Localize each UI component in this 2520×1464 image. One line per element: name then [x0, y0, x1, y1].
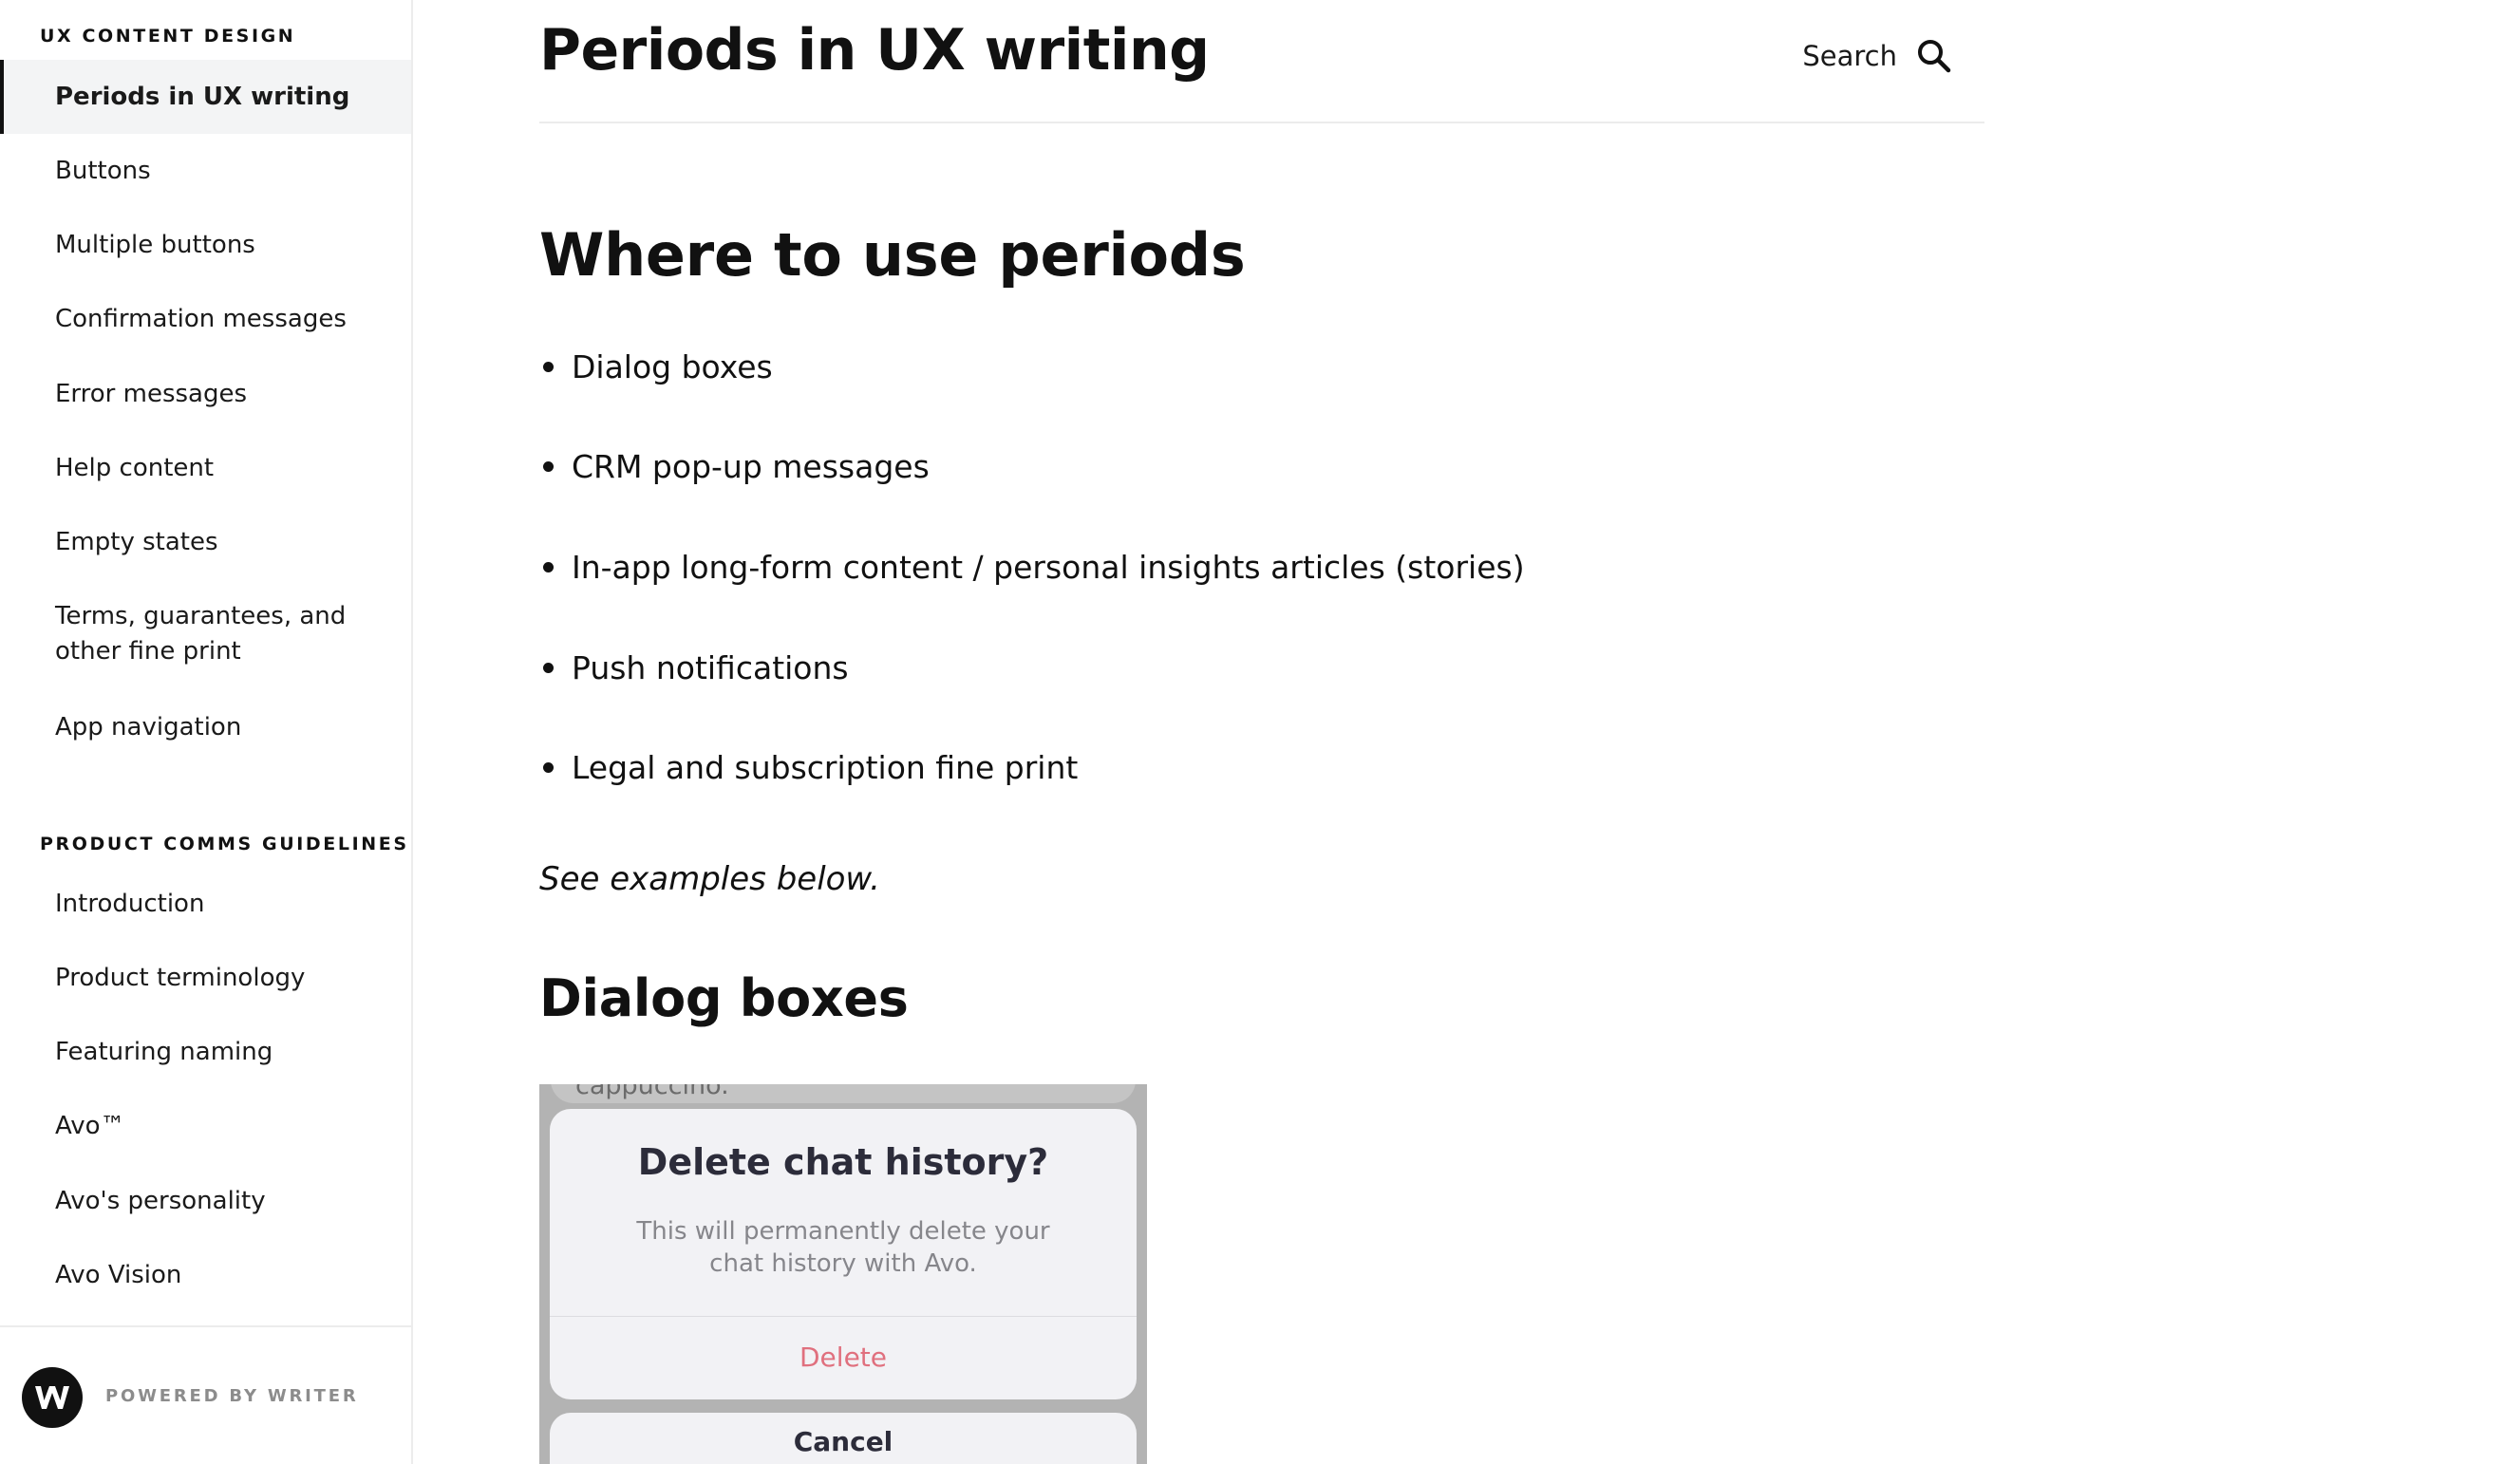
- sidebar-item-buttons[interactable]: Buttons: [0, 154, 411, 189]
- page: UX CONTENT DESIGN Periods in UX writing …: [0, 0, 2520, 1464]
- sidebar-item-avo-vision[interactable]: Avo Vision: [0, 1258, 411, 1293]
- sidebar-item-featuring-naming[interactable]: Featuring naming: [0, 1035, 411, 1070]
- alert-dialog: Delete chat history? This will permanent…: [550, 1109, 1137, 1399]
- powered-by-writer[interactable]: POWERED BY WRITER: [105, 1386, 359, 1406]
- section-title-where-to-use-periods: Where to use periods: [539, 220, 1246, 290]
- sidebar-item-error-messages[interactable]: Error messages: [0, 377, 411, 412]
- sidebar-item-avo[interactable]: Avo™: [0, 1109, 411, 1144]
- list-item: Push notifications: [539, 649, 849, 686]
- sidebar-section-heading-ux-content-design: UX CONTENT DESIGN: [40, 26, 296, 47]
- sidebar-item-product-terminology[interactable]: Product terminology: [0, 961, 411, 996]
- list-item-text: CRM pop-up messages: [572, 448, 930, 485]
- search-button[interactable]: Search: [1802, 38, 1952, 74]
- list-item: CRM pop-up messages: [539, 448, 930, 485]
- bullet-dot: [543, 461, 554, 472]
- search-label: Search: [1802, 40, 1897, 72]
- page-title: Periods in UX writing: [539, 17, 1210, 84]
- list-item-text: In-app long-form content / personal insi…: [572, 549, 1525, 586]
- alert-title: Delete chat history?: [637, 1141, 1049, 1183]
- sidebar-footer: POWERED BY WRITER: [0, 1325, 411, 1464]
- bullet-dot: [543, 562, 554, 572]
- sidebar-item-multiple-buttons[interactable]: Multiple buttons: [0, 228, 411, 263]
- search-icon: [1918, 40, 1951, 73]
- list-item: Dialog boxes: [539, 348, 773, 385]
- list-item-text: Push notifications: [572, 649, 849, 686]
- cancel-button: Cancel: [793, 1426, 893, 1457]
- bullet-dot: [543, 362, 554, 372]
- sidebar-item-confirmation-messages[interactable]: Confirmation messages: [0, 302, 411, 337]
- sidebar-section-heading-product-comms: PRODUCT COMMS GUIDELINES: [40, 834, 409, 854]
- cancel-sheet: Cancel: [550, 1413, 1137, 1464]
- sidebar-item-introduction[interactable]: Introduction: [0, 887, 411, 922]
- delete-button: Delete: [799, 1342, 887, 1373]
- bullet-dot: [543, 762, 554, 773]
- background-message-text: cappuccino.: [575, 1084, 729, 1100]
- list-item-text: Legal and subscription fine print: [572, 749, 1079, 786]
- list-item-text: Dialog boxes: [572, 348, 773, 385]
- bullet-dot: [543, 663, 554, 673]
- sidebar: UX CONTENT DESIGN Periods in UX writing …: [0, 0, 413, 1464]
- sidebar-item-periods-in-ux-writing[interactable]: Periods in UX writing: [0, 60, 411, 134]
- alert-message: This will permanently delete your chat h…: [636, 1217, 1050, 1278]
- sidebar-item-empty-states[interactable]: Empty states: [0, 525, 411, 560]
- list-item: Legal and subscription fine print: [539, 749, 1078, 786]
- alert-divider: [550, 1316, 1137, 1317]
- sidebar-item-app-navigation[interactable]: App navigation: [0, 710, 411, 745]
- examples-note: See examples below.: [539, 860, 880, 898]
- main-content: Periods in UX writing Search Where to us…: [539, 0, 1984, 1464]
- writer-logo[interactable]: [22, 1367, 83, 1428]
- sidebar-item-help-content[interactable]: Help content: [0, 451, 411, 486]
- sidebar-item-avos-personality[interactable]: Avo's personality: [0, 1184, 411, 1219]
- sidebar-item-terms-guarantees[interactable]: Terms, guarantees, and other fine print: [0, 599, 411, 669]
- dialog-example-image: cappuccino. Delete chat history? This wi…: [539, 1084, 1147, 1464]
- header-divider: [539, 122, 1984, 123]
- list-item: In-app long-form content / personal insi…: [539, 549, 1525, 586]
- subsection-title-dialog-boxes: Dialog boxes: [539, 968, 909, 1028]
- writer-w-icon: [35, 1386, 69, 1409]
